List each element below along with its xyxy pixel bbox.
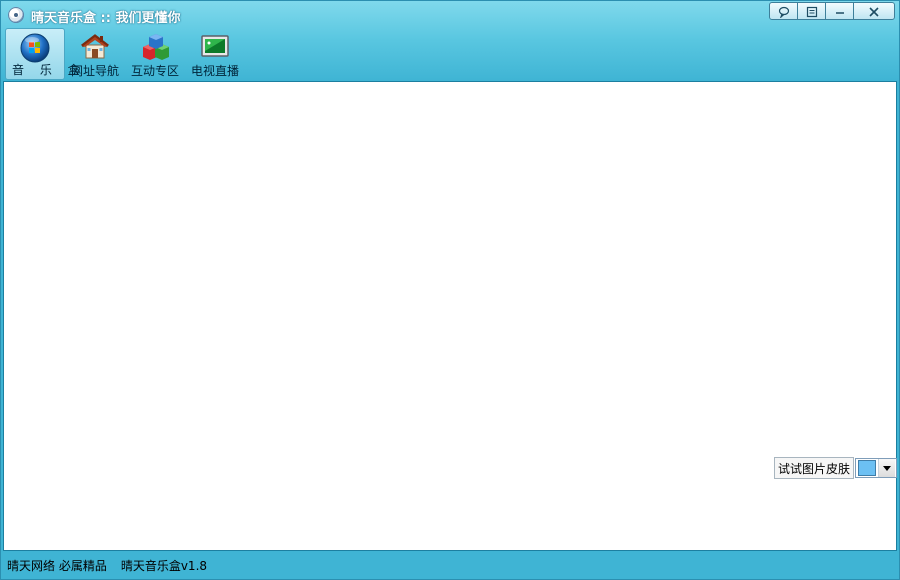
- status-bar: 晴天网络 必属精品 晴天音乐盒v1.8: [1, 552, 899, 579]
- chevron-down-icon: [883, 465, 892, 471]
- status-slogan: 晴天网络 必属精品: [7, 559, 107, 573]
- close-button[interactable]: [854, 3, 894, 19]
- dropdown-button[interactable]: [878, 459, 896, 477]
- close-icon: [869, 6, 879, 17]
- window-controls: [769, 2, 895, 20]
- skin-color-swatch: [858, 460, 877, 476]
- tv-screen-icon: [199, 31, 231, 63]
- app-window: 晴天音乐盒 :: 我们更懂你 音 乐 盒 网址导航 互动专区 电视直播 试试图片…: [0, 0, 900, 580]
- skin-color-dropdown[interactable]: [855, 458, 898, 478]
- main-menu-button[interactable]: [798, 3, 826, 19]
- minimize-icon: [835, 11, 844, 14]
- content-area[interactable]: 试试图片皮肤: [3, 81, 898, 551]
- tab-web-nav[interactable]: 网址导航: [65, 28, 125, 80]
- tab-web-nav-label: 网址导航: [70, 64, 119, 78]
- chat-icon: [778, 6, 789, 18]
- app-logo-icon: [8, 7, 24, 23]
- tab-tv-live-label: 电视直播: [190, 64, 239, 78]
- tab-music-box[interactable]: 音 乐 盒: [5, 28, 86, 80]
- main-toolbar: 音 乐 盒 网址导航 互动专区 电视直播: [5, 28, 245, 80]
- tab-interactive-zone[interactable]: 互动专区: [125, 28, 185, 80]
- skin-selector: 试试图片皮肤: [774, 457, 898, 479]
- window-title: 晴天音乐盒 :: 我们更懂你: [31, 11, 181, 26]
- tab-interactive-zone-label: 互动专区: [130, 64, 179, 78]
- feedback-button[interactable]: [770, 3, 798, 19]
- house-icon: [79, 31, 111, 63]
- tab-music-box-label: 音 乐 盒: [12, 63, 86, 77]
- music-box-orb-icon: [19, 32, 51, 64]
- title-bar[interactable]: 晴天音乐盒 :: 我们更懂你: [1, 1, 899, 27]
- blocks-icon: [139, 31, 171, 63]
- status-version: 晴天音乐盒v1.8: [120, 559, 208, 573]
- menu-icon: [806, 6, 817, 17]
- skin-label: 试试图片皮肤: [774, 457, 855, 479]
- minimize-button[interactable]: [826, 3, 854, 19]
- tab-tv-live[interactable]: 电视直播: [185, 28, 245, 80]
